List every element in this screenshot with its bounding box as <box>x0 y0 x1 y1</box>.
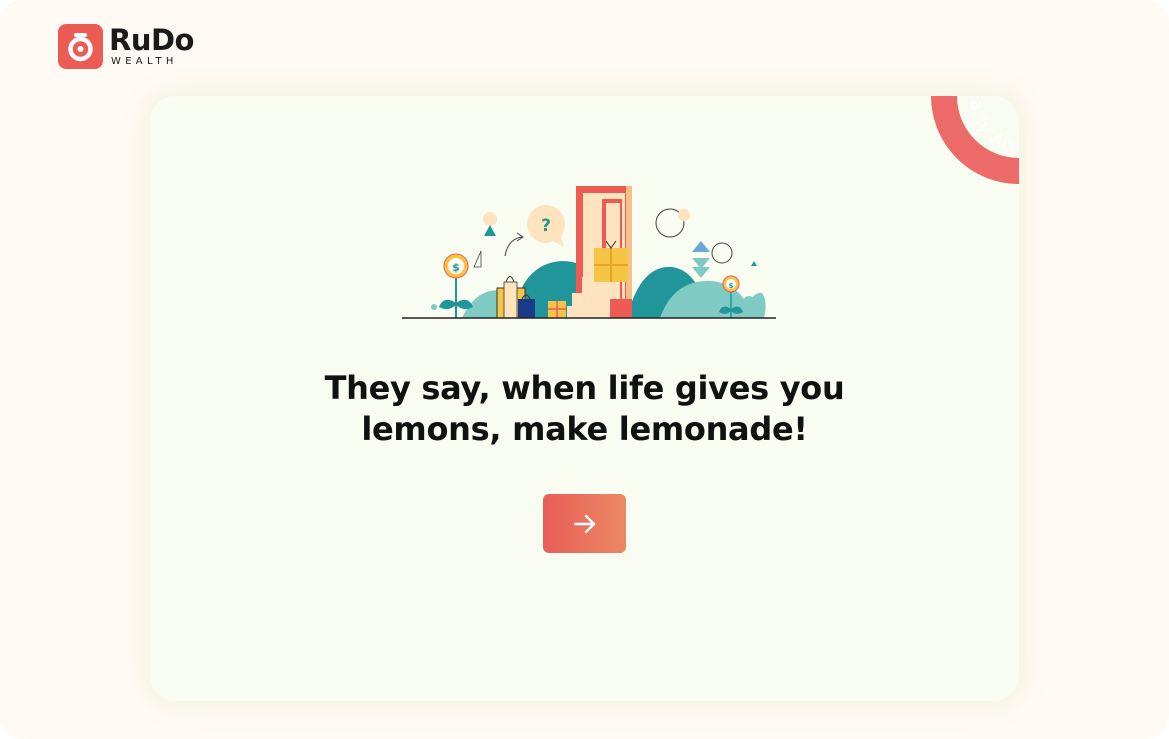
brand-tagline: WEALTH <box>111 56 178 67</box>
page: RuDo WEALTH Early Access Club. <box>0 0 1169 739</box>
brand-name: RuDo <box>109 23 194 57</box>
headline-line-2: lemons, make lemonade! <box>361 410 808 448</box>
headline-line-1: They say, when life gives you <box>324 369 845 407</box>
lemonade-illustration: ? $ $ <box>402 186 776 319</box>
piggy-bank-icon <box>58 24 103 69</box>
svg-text:?: ? <box>541 216 551 236</box>
welcome-card: Early Access Club. ? <box>150 96 1019 701</box>
svg-text:$: $ <box>729 282 734 290</box>
rudo-logo[interactable]: RuDo WEALTH <box>58 24 194 69</box>
hero-headline: They say, when life gives you lemons, ma… <box>150 368 1019 450</box>
early-access-club-badge: Early Access Club. <box>869 96 1019 184</box>
arrow-right-icon <box>573 514 595 533</box>
next-button[interactable] <box>543 494 626 553</box>
svg-text:$: $ <box>452 261 460 274</box>
